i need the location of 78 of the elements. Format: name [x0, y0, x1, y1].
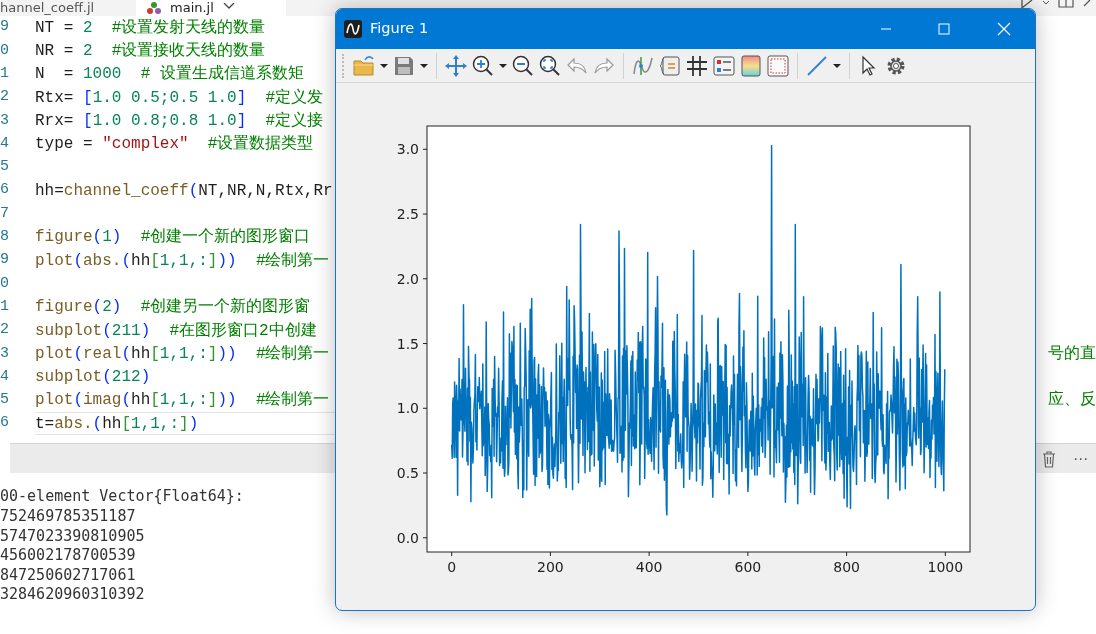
line-number: 4 [0, 366, 10, 387]
code-text: plot(real(hh[1,1,:])) #绘制第一 [35, 343, 330, 365]
tick-label: 1.5 [396, 335, 419, 352]
tick-label: 2.5 [396, 206, 419, 223]
line-number: 3 [0, 110, 10, 131]
bracket-icon[interactable] [658, 53, 682, 78]
line-number: 3 [0, 343, 10, 364]
split-icon[interactable] [1058, 0, 1074, 8]
tick-label: 0 [447, 559, 457, 575]
zoom-out-icon[interactable] [511, 53, 535, 78]
window-title: Figure 1 [370, 19, 429, 39]
line-number: 6 [0, 180, 10, 201]
line-number: 9 [0, 17, 10, 38]
code-text: N = 1000 # 设置生成信道系数矩 [35, 63, 304, 86]
caret-icon[interactable] [498, 62, 508, 69]
code-text: 应、反 [1048, 389, 1096, 412]
line-number: 1 [0, 64, 10, 84]
app-icon [344, 20, 362, 38]
caret-icon[interactable] [419, 62, 429, 69]
code-text: subplot(211) #在图形窗口2中创建 [35, 320, 317, 342]
colormap-icon[interactable] [739, 53, 763, 78]
tick-label: 3.0 [396, 141, 419, 158]
output-line: 752469785351187 [0, 506, 136, 527]
zoom-fit-icon[interactable] [538, 53, 562, 78]
caret-icon[interactable] [379, 62, 389, 69]
back-icon[interactable] [1082, 0, 1092, 8]
tick-label: 1.0 [396, 400, 419, 417]
tick-label: 2.0 [396, 270, 419, 287]
line-number: 8 [0, 227, 10, 248]
tab-label[interactable]: hannel_coeff.jl [0, 2, 95, 14]
line-number: 6 [0, 413, 10, 434]
line-number: 1 [0, 296, 10, 317]
code-text: hh=channel_coeff(NT,NR,N,Rtx,Rr [35, 180, 333, 202]
output-line: 00-element Vector{Float64}: [0, 487, 244, 507]
grid-icon[interactable] [685, 53, 709, 78]
code-text: NR = 2 #设置接收天线的数量 [35, 40, 266, 62]
tick-label: 1000 [927, 559, 964, 575]
output-line: 5747023390810905 [0, 526, 145, 547]
tick-label: 800 [833, 559, 860, 575]
code-text: NT = 2 #设置发射天线的数量 [35, 17, 266, 39]
tick-label: 600 [734, 559, 762, 575]
trash-icon[interactable] [1041, 449, 1057, 468]
line-icon[interactable] [805, 53, 829, 78]
tick-label: 0.0 [396, 529, 419, 546]
line-number: 5 [0, 157, 10, 178]
code-text: figure(2) #创建另一个新的图形窗 [35, 296, 311, 319]
code-text: 号的直 [1048, 343, 1096, 365]
line-number: 7 [0, 203, 10, 224]
line-number: 0 [0, 40, 10, 61]
line-number: 5 [0, 390, 10, 411]
julia-icon [146, 2, 162, 14]
code-text: type = "complex" #设置数据类型 [35, 134, 314, 156]
tick-label: 400 [635, 559, 663, 575]
caret-icon[interactable] [832, 62, 842, 69]
move-icon[interactable] [444, 53, 468, 78]
code-text: plot(imag(hh[1,1,:])) #绘制第一 [35, 390, 330, 412]
output-line: 456002178700539 [0, 546, 136, 566]
code-text: plot(abs.(hh[1,1,:])) #绘制第一 [35, 250, 330, 272]
line-number: 2 [0, 87, 10, 108]
maximize-icon[interactable] [938, 23, 950, 35]
output-line: 3284620960310392 [0, 585, 145, 605]
caret-icon[interactable] [1042, 0, 1050, 6]
code-text: Rtx= [1.0 0.5;0.5 1.0] #定义发 [35, 87, 324, 109]
legend-icon[interactable] [712, 53, 736, 78]
output-line: 847250602717061 [0, 565, 136, 586]
line-number: 2 [0, 320, 10, 341]
tick-label: 0.5 [396, 465, 419, 481]
zoom-in-icon[interactable] [471, 53, 495, 78]
line-number: 9 [0, 250, 10, 271]
tick-label: 200 [537, 559, 564, 575]
line-number: 4 [0, 133, 10, 154]
code-text: t=abs.(hh[1,1,:]) [35, 413, 199, 435]
code-text: Rrx= [1.0 0.8;0.8 1.0] #定义接 [35, 110, 324, 132]
line-number: 0 [0, 273, 10, 294]
frame-icon[interactable] [766, 53, 790, 78]
more-button[interactable]: ⋯ [1073, 447, 1088, 471]
code-text: figure(1) #创建一个新的图形窗口 [35, 226, 311, 249]
code-text: subplot(212) [35, 367, 151, 389]
